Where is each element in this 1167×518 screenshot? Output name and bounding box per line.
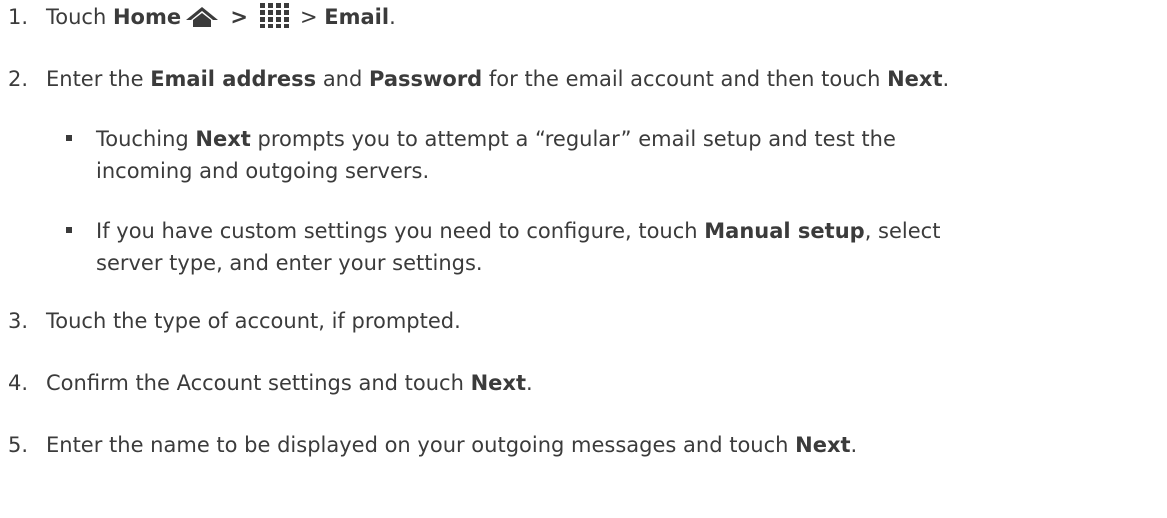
step-number: 5. (8, 433, 29, 457)
step-number: 2. (8, 67, 29, 91)
step-text: Touch the type of account, if prompted. (46, 309, 461, 333)
step-number: 1. (8, 5, 29, 29)
bullet-icon (66, 227, 72, 233)
bullet-text: If you have custom settings you need to … (96, 219, 941, 243)
instructions-document: 1. Touch Home > > Email. 2. Enter the Em… (0, 0, 1167, 518)
bullet-text: server type, and enter your settings. (96, 251, 483, 275)
step-text: Enter the Email address and Password for… (46, 67, 950, 91)
bullet-text: Touching Next prompts you to attempt a “… (96, 127, 896, 151)
step-text: Touch Home > > Email. (46, 2, 396, 36)
step-text: Enter the name to be displayed on your o… (46, 433, 858, 457)
bullet-text: incoming and outgoing servers. (96, 159, 430, 183)
home-icon (185, 6, 219, 36)
bullet-icon (66, 135, 72, 141)
apps-grid-icon (259, 2, 290, 36)
step-text: Confirm the Account settings and touch N… (46, 371, 533, 395)
step-number: 4. (8, 371, 29, 395)
step-number: 3. (8, 309, 29, 333)
